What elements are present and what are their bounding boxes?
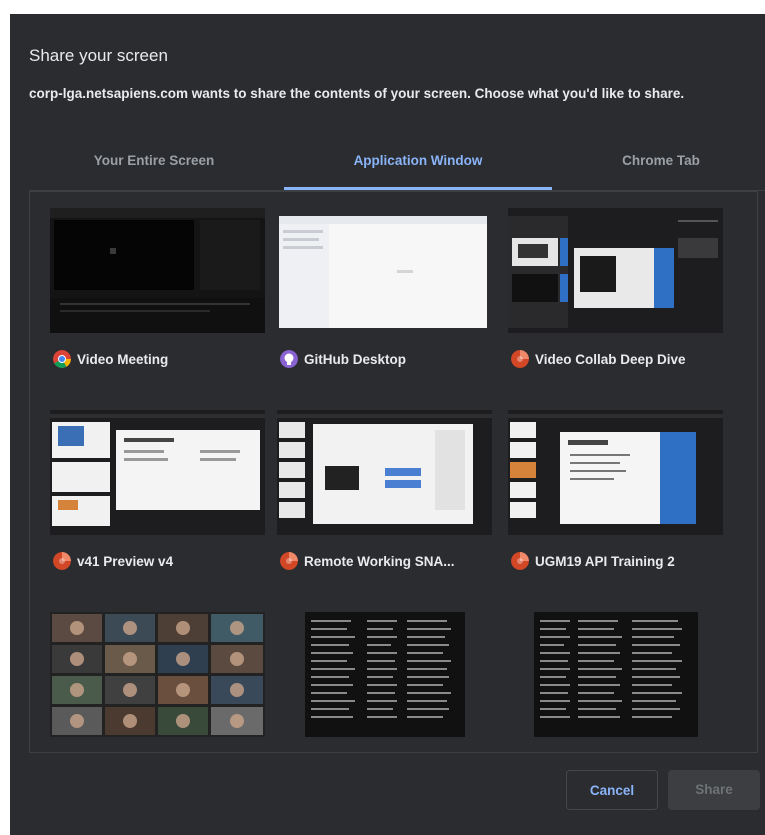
dialog-title: Share your screen	[29, 46, 168, 65]
cancel-button[interactable]: Cancel	[566, 770, 658, 810]
window-label-row: Video Collab Deep Dive	[511, 348, 686, 370]
powerpoint-icon	[511, 552, 529, 570]
powerpoint-icon	[511, 350, 529, 368]
share-screen-dialog: Share your screen corp-lga.netsapiens.co…	[10, 14, 765, 835]
window-item-video-meeting[interactable]: Video Meeting	[50, 208, 265, 408]
window-label-row: Video Meeting	[53, 348, 168, 370]
tab-application-window[interactable]: Application Window	[284, 146, 552, 189]
window-label-row: GitHub Desktop	[280, 348, 406, 370]
tab-bar: Your Entire Screen Application Window Ch…	[29, 146, 765, 191]
window-item-remote-working[interactable]: Remote Working SNA...	[277, 410, 492, 610]
window-thumbnail	[277, 208, 492, 333]
dialog-description: corp-lga.netsapiens.com wants to share t…	[29, 86, 685, 101]
window-thumbnail	[508, 612, 723, 737]
github-desktop-icon	[280, 350, 298, 368]
powerpoint-icon	[53, 552, 71, 570]
window-thumbnail	[277, 410, 492, 535]
window-label: Video Meeting	[77, 351, 169, 367]
window-item-github-desktop[interactable]: GitHub Desktop	[277, 208, 492, 408]
window-label: v41 Preview v4	[77, 553, 174, 569]
window-item-v41-preview-v4[interactable]: v41 Preview v4	[50, 410, 265, 610]
window-label: Video Collab Deep Dive	[535, 351, 686, 367]
window-thumbnail	[508, 410, 723, 535]
window-label-row: v41 Preview v4	[53, 550, 173, 572]
tab-entire-screen[interactable]: Your Entire Screen	[29, 146, 279, 189]
window-thumbnail	[50, 208, 265, 333]
window-thumbnail	[508, 208, 723, 333]
window-item-ugm19-api-training[interactable]: UGM19 API Training 2	[508, 410, 723, 610]
window-grid: Video Meeting GitHub Desktop Video Colla…	[29, 191, 758, 753]
window-label: UGM19 API Training 2	[535, 553, 675, 569]
window-thumbnail	[50, 410, 265, 535]
chrome-icon	[53, 350, 71, 368]
dialog-footer: Cancel Share	[10, 754, 765, 835]
powerpoint-icon	[280, 552, 298, 570]
window-label-row: UGM19 API Training 2	[511, 550, 675, 572]
window-thumbnail	[277, 612, 492, 737]
tab-chrome-tab[interactable]: Chrome Tab	[557, 146, 765, 189]
window-label-row: Remote Working SNA...	[280, 550, 455, 572]
window-item-video-collab-deep-dive[interactable]: Video Collab Deep Dive	[508, 208, 723, 408]
window-thumbnail	[50, 612, 265, 737]
share-button[interactable]: Share	[668, 770, 760, 810]
window-label: GitHub Desktop	[304, 351, 407, 367]
window-label: Remote Working SNA...	[304, 553, 455, 569]
